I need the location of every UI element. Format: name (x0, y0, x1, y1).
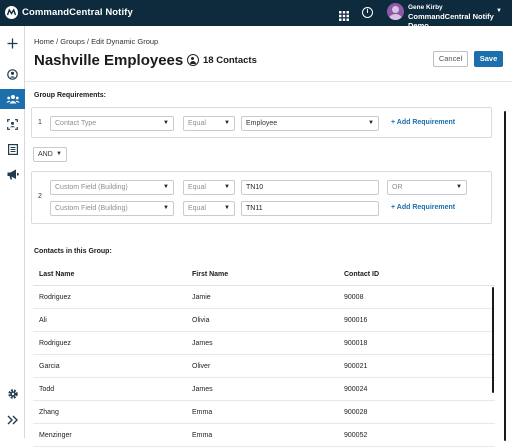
avatar[interactable] (387, 3, 404, 20)
contacts-in-group-label: Contacts in this Group: (34, 248, 112, 255)
app-name: CommandCentral Notify (22, 7, 133, 18)
column-header-first-name[interactable]: First Name (192, 264, 228, 285)
add-requirement-link[interactable]: + Add Requirement (391, 119, 455, 126)
page-title: Nashville Employees (34, 52, 184, 69)
requirement-1-box: 1 Contact Type ▼ Equal ▼ Employee ▼ + Add R… (31, 107, 492, 138)
top-bar: CommandCentral Notify i Gene Kirby Comma… (0, 0, 512, 30)
group-requirements-label: Group Requirements: (34, 92, 106, 99)
gear-icon[interactable] (0, 384, 25, 404)
contact-field-select[interactable]: Contact Type ▼ (50, 116, 174, 131)
list-icon[interactable] (0, 139, 25, 159)
motorola-logo-icon (5, 6, 18, 19)
person-circle-icon[interactable] (0, 64, 25, 84)
table-row[interactable]: Todd James 900024 (33, 378, 495, 401)
person-circle-icon (187, 54, 199, 66)
contacts-count: 18 Contacts (187, 54, 257, 66)
value-select[interactable]: Employee ▼ (241, 116, 379, 131)
contact-field-select[interactable]: Custom Field (Building) ▼ (50, 180, 174, 195)
contacts-count-label: 18 Contacts (203, 54, 257, 66)
info-icon[interactable]: i (362, 7, 373, 18)
user-name[interactable]: Gene Kirby (408, 4, 443, 11)
chevron-down-icon: ▼ (456, 184, 462, 190)
chevron-down-icon: ▼ (224, 120, 230, 126)
cancel-button[interactable]: Cancel (433, 51, 468, 67)
table-row[interactable]: Zhang Emma 900028 (33, 401, 495, 424)
table-row[interactable]: Rodriguez Jamie 90008 (33, 286, 495, 309)
groups-icon[interactable] (0, 89, 25, 109)
operator-select[interactable]: Equal ▼ (183, 201, 235, 216)
plus-icon[interactable] (0, 33, 25, 53)
save-button[interactable]: Save (474, 51, 503, 67)
chevron-down-icon: ▼ (368, 120, 374, 126)
apps-grid-icon[interactable] (339, 8, 349, 21)
megaphone-icon[interactable] (0, 164, 25, 184)
breadcrumb[interactable]: Home / Groups / Edit Dynamic Group (34, 37, 158, 46)
sidebar (0, 26, 25, 438)
chevron-down-icon: ▼ (224, 184, 230, 190)
combinator-select[interactable]: OR ▼ (387, 180, 467, 195)
column-header-contact-id[interactable]: Contact ID (344, 264, 379, 285)
column-header-last-name[interactable]: Last Name (39, 264, 74, 285)
value-input[interactable]: TN11 (241, 201, 379, 216)
requirement-2-box: 2 Custom Field (Building) ▼ Equal ▼ TN10 O… (31, 171, 492, 224)
page-scrollbar[interactable] (504, 111, 506, 441)
contact-field-select[interactable]: Custom Field (Building) ▼ (50, 201, 174, 216)
value-input[interactable]: TN10 (241, 180, 379, 195)
table-row[interactable]: Garcia Oliver 900021 (33, 355, 495, 378)
user-menu-caret-icon[interactable]: ▼ (496, 8, 502, 14)
expand-chevrons-icon[interactable] (0, 410, 25, 430)
divider (25, 81, 512, 82)
main-content: Home / Groups / Edit Dynamic Group Nashv… (25, 26, 512, 447)
chevron-down-icon: ▼ (56, 151, 62, 157)
add-requirement-link[interactable]: + Add Requirement (391, 204, 455, 211)
requirement-number: 1 (38, 119, 42, 126)
chevron-down-icon: ▼ (163, 184, 169, 190)
table-row[interactable]: Rodriguez James 900018 (33, 332, 495, 355)
and-or-select[interactable]: AND ▼ (33, 147, 67, 162)
chevron-down-icon: ▼ (163, 205, 169, 211)
operator-select[interactable]: Equal ▼ (183, 180, 235, 195)
chevron-down-icon: ▼ (224, 205, 230, 211)
chevron-down-icon: ▼ (163, 120, 169, 126)
table-row[interactable]: Ali Olivia 900016 (33, 309, 495, 332)
operator-select[interactable]: Equal ▼ (183, 116, 235, 131)
table-row[interactable]: Menzinger Emma 900052 (33, 424, 495, 447)
requirement-number: 2 (38, 193, 42, 200)
contact-card-icon[interactable] (0, 114, 25, 134)
table-scrollbar[interactable] (492, 287, 494, 393)
